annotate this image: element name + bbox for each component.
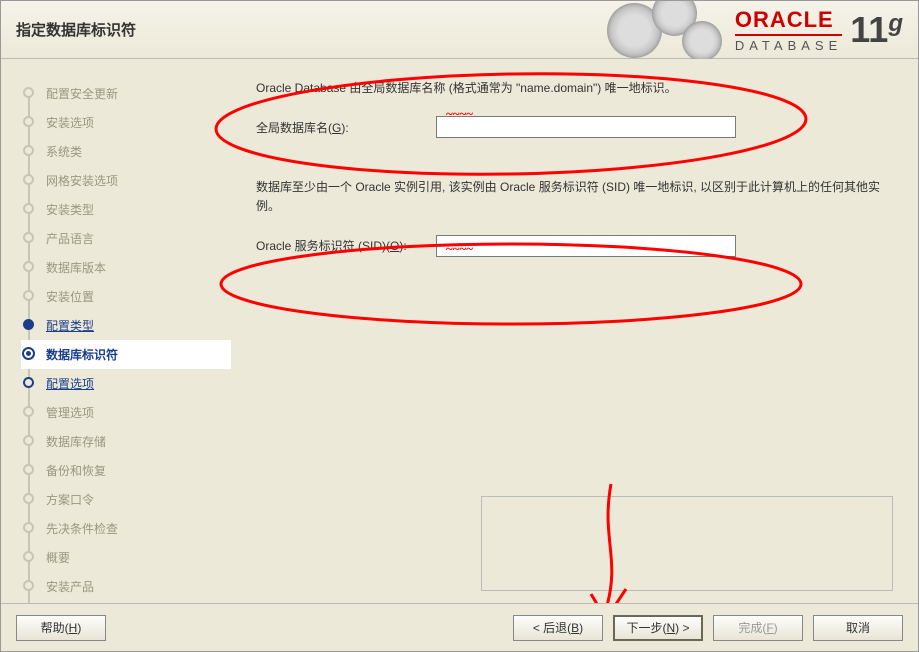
step-18: 完成	[21, 601, 231, 603]
step-label: 数据库标识符	[46, 348, 118, 362]
next-button[interactable]: 下一步(N) >	[613, 615, 703, 641]
step-label: 先决条件检查	[46, 522, 118, 536]
step-label: 数据库存储	[46, 435, 106, 449]
step-10[interactable]: 配置选项	[21, 369, 231, 398]
step-dot-icon	[22, 347, 35, 360]
step-dot-icon	[23, 551, 34, 562]
body: 配置安全更新安装选项系统类网格安装选项安装类型产品语言数据库版本安装位置配置类型…	[1, 59, 918, 603]
step-15: 先决条件检查	[21, 514, 231, 543]
cancel-button[interactable]: 取消	[813, 615, 903, 641]
step-5: 产品语言	[21, 224, 231, 253]
step-dot-icon	[23, 377, 34, 388]
gears-icon	[607, 1, 727, 59]
step-label: 方案口令	[46, 493, 94, 507]
step-label: 配置选项	[46, 377, 94, 391]
global-dbname-row: 全局数据库名(G):	[256, 116, 893, 138]
help-button[interactable]: 帮助(H)	[16, 615, 106, 641]
step-3: 网格安装选项	[21, 166, 231, 195]
step-label: 系统类	[46, 145, 82, 159]
step-label: 配置安全更新	[46, 87, 118, 101]
back-button[interactable]: < 后退(B)	[513, 615, 603, 641]
step-6: 数据库版本	[21, 253, 231, 282]
sidebar: 配置安全更新安装选项系统类网格安装选项安装类型产品语言数据库版本安装位置配置类型…	[1, 59, 231, 603]
step-label: 安装选项	[46, 116, 94, 130]
step-list: 配置安全更新安装选项系统类网格安装选项安装类型产品语言数据库版本安装位置配置类型…	[21, 79, 231, 603]
global-dbname-input[interactable]	[436, 116, 736, 138]
step-1: 安装选项	[21, 108, 231, 137]
step-label: 概要	[46, 551, 70, 565]
step-9: 数据库标识符	[21, 340, 231, 369]
step-12: 数据库存储	[21, 427, 231, 456]
step-label: 安装位置	[46, 290, 94, 304]
step-dot-icon	[23, 87, 34, 98]
finish-button: 完成(F)	[713, 615, 803, 641]
step-label: 安装产品	[46, 580, 94, 594]
step-label: 管理选项	[46, 406, 94, 420]
step-label: 配置类型	[46, 319, 94, 333]
sid-row: Oracle 服务标识符 (SID)(O):	[256, 235, 893, 257]
step-dot-icon	[23, 145, 34, 156]
content-area: Oracle Database 由全局数据库名称 (格式通常为 "name.do…	[231, 59, 918, 603]
subbrand-text: DATABASE	[735, 34, 842, 53]
footer: 帮助(H) < 后退(B) 下一步(N) > 完成(F) 取消	[1, 603, 918, 651]
step-label: 数据库版本	[46, 261, 106, 275]
message-area	[481, 496, 893, 591]
branding: ORACLE DATABASE 11g	[607, 1, 903, 59]
title-bar: 指定数据库标识符 ORACLE DATABASE 11g	[1, 1, 918, 59]
step-17: 安装产品	[21, 572, 231, 601]
step-14: 方案口令	[21, 485, 231, 514]
step-dot-icon	[23, 290, 34, 301]
step-dot-icon	[23, 261, 34, 272]
step-dot-icon	[23, 580, 34, 591]
step-label: 网格安装选项	[46, 174, 118, 188]
step-dot-icon	[23, 319, 34, 330]
step-dot-icon	[23, 464, 34, 475]
step-4: 安装类型	[21, 195, 231, 224]
redaction-scribble-1: ~~~~	[446, 106, 473, 122]
step-label: 安装类型	[46, 203, 94, 217]
step-8[interactable]: 配置类型	[21, 311, 231, 340]
page-title: 指定数据库标识符	[16, 19, 136, 40]
description-2: 数据库至少由一个 Oracle 实例引用, 该实例由 Oracle 服务标识符 …	[256, 178, 893, 216]
step-0: 配置安全更新	[21, 79, 231, 108]
version-text: 11g	[850, 12, 903, 48]
step-16: 概要	[21, 543, 231, 572]
step-dot-icon	[23, 203, 34, 214]
installer-window: 指定数据库标识符 ORACLE DATABASE 11g 配置安全更新安装选项系…	[0, 0, 919, 652]
step-11: 管理选项	[21, 398, 231, 427]
sid-input[interactable]	[436, 235, 736, 257]
step-dot-icon	[23, 232, 34, 243]
redaction-scribble-2: ~~~~	[446, 241, 473, 257]
brand-text: ORACLE	[735, 7, 834, 32]
sid-label: Oracle 服务标识符 (SID)(O):	[256, 237, 436, 254]
step-dot-icon	[23, 522, 34, 533]
step-dot-icon	[23, 116, 34, 127]
description-1: Oracle Database 由全局数据库名称 (格式通常为 "name.do…	[256, 79, 893, 98]
step-7: 安装位置	[21, 282, 231, 311]
step-label: 产品语言	[46, 232, 94, 246]
global-dbname-label: 全局数据库名(G):	[256, 119, 436, 136]
step-dot-icon	[23, 435, 34, 446]
step-13: 备份和恢复	[21, 456, 231, 485]
step-dot-icon	[23, 174, 34, 185]
step-label: 备份和恢复	[46, 464, 106, 478]
step-dot-icon	[23, 406, 34, 417]
step-dot-icon	[23, 493, 34, 504]
step-2: 系统类	[21, 137, 231, 166]
